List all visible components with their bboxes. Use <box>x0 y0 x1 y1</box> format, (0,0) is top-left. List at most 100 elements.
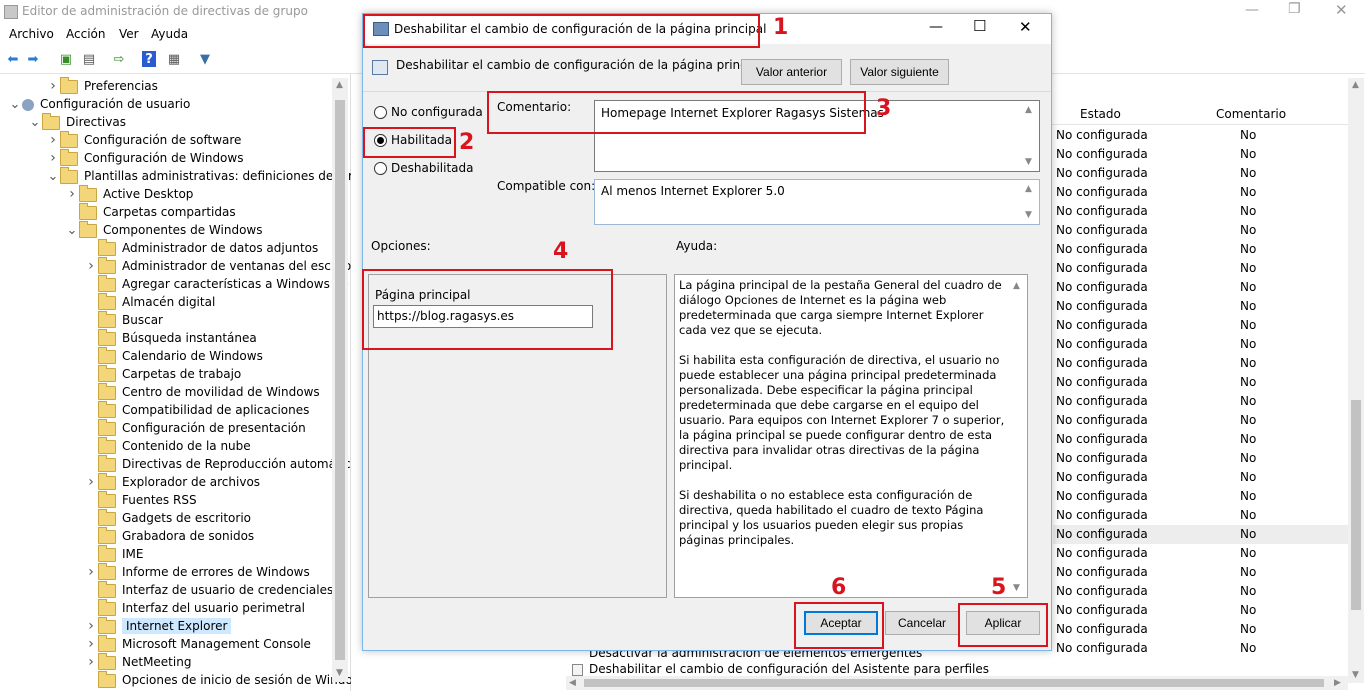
help-icon[interactable]: ? <box>142 51 156 67</box>
chevron-right-icon[interactable]: › <box>84 617 98 635</box>
horizontal-scrollbar[interactable]: ◀ ▶ <box>566 676 1348 690</box>
tree-item[interactable]: Gadgets de escritorio <box>84 508 251 527</box>
table-row[interactable]: No configurada No <box>1053 297 1348 316</box>
tree-item[interactable]: ⌄ Configuración de usuario <box>8 95 191 114</box>
chevron-right-icon[interactable]: › <box>46 77 60 95</box>
tree-item[interactable]: Interfaz del usuario perimetral <box>84 598 305 617</box>
tree-item[interactable]: › NetMeeting <box>84 652 191 671</box>
scroll-down-arrow-icon[interactable]: ▼ <box>336 668 343 678</box>
tree-item[interactable]: Carpetas compartidas <box>65 202 236 221</box>
chevron-right-icon[interactable]: › <box>46 149 60 167</box>
tree-item[interactable]: › Explorador de archivos <box>84 472 260 491</box>
tree-item[interactable]: IME <box>84 544 143 563</box>
chevron-down-icon[interactable]: ⌄ <box>28 114 42 132</box>
chevron-down-icon[interactable]: ⌄ <box>8 96 22 114</box>
back-arrow-icon[interactable]: ⬅ <box>4 50 22 68</box>
table-row[interactable]: No configurada No <box>1053 202 1348 221</box>
table-row[interactable]: No configurada No <box>1053 316 1348 335</box>
tree-item[interactable]: Administrador de datos adjuntos <box>84 238 318 257</box>
tree-item[interactable]: Fuentes RSS <box>84 490 197 509</box>
tree-item[interactable]: Búsqueda instantánea <box>84 328 257 347</box>
column-header-estado[interactable]: Estado <box>1080 107 1121 121</box>
comment-scroll-down-icon[interactable]: ▼ <box>1025 157 1032 167</box>
tree-item[interactable]: Compatibilidad de aplicaciones <box>84 400 309 419</box>
export-list-icon[interactable]: ⇨ <box>110 50 128 68</box>
table-row[interactable]: No configurada No <box>1053 164 1348 183</box>
tree-item[interactable]: › Microsoft Management Console <box>84 634 311 653</box>
tree-item[interactable]: › Active Desktop <box>65 184 193 203</box>
main-minimize-button[interactable]: — <box>1245 2 1259 18</box>
properties-icon[interactable]: ▦ <box>165 50 183 68</box>
scroll-up-arrow-icon[interactable]: ▲ <box>336 80 343 90</box>
table-row[interactable]: No configurada No <box>1053 126 1348 145</box>
dialog-close-button[interactable]: ✕ <box>1019 18 1032 36</box>
forward-arrow-icon[interactable]: ➡ <box>24 50 42 68</box>
tree-item[interactable]: › Informe de errores de Windows <box>84 562 310 581</box>
table-row[interactable]: No configurada No <box>1053 468 1348 487</box>
table-row[interactable]: No configurada No <box>1053 620 1348 639</box>
chevron-right-icon[interactable]: › <box>84 257 98 275</box>
table-row[interactable]: No configurada No <box>1053 582 1348 601</box>
main-close-button[interactable]: ✕ <box>1335 1 1348 19</box>
table-row[interactable]: No configurada No <box>1053 563 1348 582</box>
chevron-right-icon[interactable]: › <box>46 131 60 149</box>
table-row[interactable]: No configurada No <box>1053 221 1348 240</box>
tree-item[interactable]: › Preferencias <box>46 76 158 95</box>
comment-scroll-up-icon[interactable]: ▲ <box>1025 105 1032 115</box>
table-row[interactable]: No configurada No <box>1053 525 1348 544</box>
hscroll-right-arrow-icon[interactable]: ▶ <box>1334 678 1341 688</box>
list-scrollbar[interactable]: ▲ ▼ <box>1348 78 1364 683</box>
table-row[interactable]: No configurada No <box>1053 639 1348 658</box>
tree-scroll-thumb[interactable] <box>335 100 345 660</box>
supported-scroll-down-icon[interactable]: ▼ <box>1025 210 1032 220</box>
tree-item[interactable]: Buscar <box>84 310 163 329</box>
tree-item[interactable]: Calendario de Windows <box>84 346 263 365</box>
chevron-right-icon[interactable]: › <box>84 635 98 653</box>
tree-item[interactable]: › Administrador de ventanas del escritori… <box>84 256 366 275</box>
tree-item[interactable]: › Configuración de Windows <box>46 148 243 167</box>
table-row[interactable]: No configurada No <box>1053 601 1348 620</box>
tree-scrollbar[interactable]: ▲ ▼ <box>332 78 348 682</box>
tree-item[interactable]: Almacén digital <box>84 292 215 311</box>
menu-ver[interactable]: Ver <box>119 27 139 41</box>
table-row[interactable]: No configurada No <box>1053 240 1348 259</box>
hscroll-thumb[interactable] <box>584 679 1324 687</box>
tree-item[interactable]: Directivas de Reproducción automática <box>84 454 358 473</box>
chevron-right-icon[interactable]: › <box>84 473 98 491</box>
tree-item[interactable]: Opciones de inicio de sesión de Window <box>84 670 363 689</box>
chevron-down-icon[interactable]: ⌄ <box>65 222 79 240</box>
tree-item[interactable]: Configuración de presentación <box>84 418 306 437</box>
supported-scroll-up-icon[interactable]: ▲ <box>1025 184 1032 194</box>
list-scroll-thumb[interactable] <box>1351 400 1361 610</box>
list-scroll-down-arrow-icon[interactable]: ▼ <box>1352 670 1359 680</box>
tree-item[interactable]: Grabadora de sonidos <box>84 526 254 545</box>
tree-item[interactable]: Carpetas de trabajo <box>84 364 241 383</box>
table-row[interactable]: No configurada No <box>1053 259 1348 278</box>
tree-item[interactable]: ⌄ Plantillas administrativas: definicione… <box>46 166 371 186</box>
column-header-comentario[interactable]: Comentario <box>1216 107 1286 121</box>
tree-item[interactable]: › Configuración de software <box>46 130 241 149</box>
previous-setting-button[interactable]: Valor anterior <box>741 59 842 85</box>
radio-disabled[interactable]: Deshabilitada <box>374 161 473 175</box>
chevron-right-icon[interactable]: › <box>65 185 79 203</box>
tree-item[interactable]: Agregar características a Windows 10 <box>84 274 349 293</box>
next-setting-button[interactable]: Valor siguiente <box>850 59 949 85</box>
chevron-right-icon[interactable]: › <box>84 563 98 581</box>
tree-item[interactable]: › Internet Explorer <box>84 616 232 635</box>
chevron-right-icon[interactable]: › <box>84 653 98 671</box>
help-scroll-down-icon[interactable]: ▼ <box>1013 583 1020 593</box>
tree-item[interactable]: Contenido de la nube <box>84 436 251 455</box>
tree-item[interactable]: ⌄ Directivas <box>28 112 126 132</box>
radio-not-configured[interactable]: No configurada <box>374 105 483 119</box>
up-folder-icon[interactable]: ▣ <box>57 50 75 68</box>
show-hide-tree-icon[interactable]: ▤ <box>80 50 98 68</box>
menu-ayuda[interactable]: Ayuda <box>151 27 188 41</box>
table-row[interactable]: No configurada No <box>1053 449 1348 468</box>
table-row[interactable]: No configurada No <box>1053 411 1348 430</box>
list-bottom-item-2[interactable]: Deshabilitar el cambio de configuración … <box>572 660 1042 676</box>
chevron-down-icon[interactable]: ⌄ <box>46 168 60 186</box>
table-row[interactable]: No configurada No <box>1053 487 1348 506</box>
menu-archivo[interactable]: Archivo <box>9 27 54 41</box>
tree-item[interactable]: ⌄ Componentes de Windows <box>65 220 263 240</box>
help-scroll-up-icon[interactable]: ▲ <box>1013 281 1020 291</box>
